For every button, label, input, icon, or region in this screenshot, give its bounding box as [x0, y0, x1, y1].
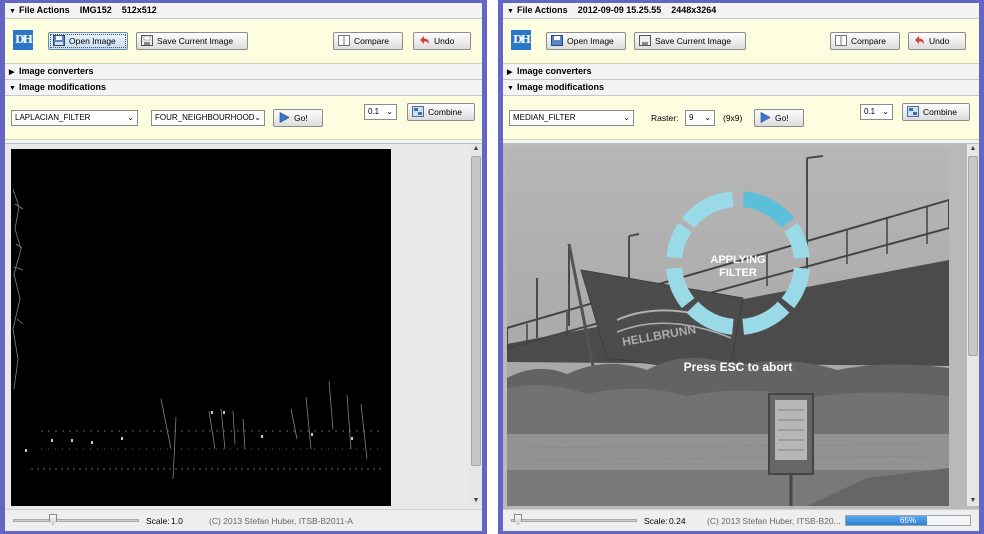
file-actions-panel: DH Open Image Save Current Image Compare… — [503, 19, 979, 64]
save-icon — [141, 35, 153, 46]
scroll-down-icon[interactable]: ▼ — [967, 496, 979, 506]
neighbourhood-select[interactable]: FOUR_NEIGHBOURHOOD ⌄ — [151, 110, 265, 126]
play-icon — [759, 111, 771, 124]
combine-icon — [907, 106, 919, 117]
image-canvas[interactable]: ▲ ▼ — [5, 143, 482, 509]
filter-select[interactable]: LAPLACIAN_FILTER ⌄ — [11, 110, 138, 126]
expand-arrow-icon: ▼ — [507, 85, 514, 92]
save-icon — [639, 35, 651, 46]
image-dimensions: 2448x3264 — [671, 5, 717, 15]
compare-button[interactable]: Compare — [333, 32, 403, 50]
app-logo-icon: DH — [13, 30, 33, 50]
compare-icon — [835, 35, 847, 46]
app-logo-icon: DH — [511, 30, 531, 50]
filter-select[interactable]: MEDIAN_FILTER ⌄ — [509, 110, 634, 126]
zoom-slider-thumb[interactable] — [514, 514, 522, 525]
scroll-down-icon[interactable]: ▼ — [470, 496, 482, 506]
compare-button[interactable]: Compare — [830, 32, 900, 50]
progress-text: 65% — [899, 516, 916, 525]
combine-button[interactable]: Combine — [407, 103, 475, 121]
chevron-down-icon: ⌄ — [254, 113, 261, 122]
right-window: ▼ File Actions 2012-09-09 15.25.55 2448x326… — [498, 0, 984, 534]
save-current-image-button[interactable]: Save Current Image — [634, 32, 746, 50]
open-image-button[interactable]: Open Image — [48, 32, 128, 50]
image-modifications-panel: LAPLACIAN_FILTER ⌄ FOUR_NEIGHBOURHOOD ⌄ Go… — [5, 96, 482, 140]
raster-select[interactable]: 9 ⌄ — [685, 110, 715, 126]
combine-icon — [412, 106, 424, 117]
file-actions-header[interactable]: ▼ File Actions IMG152 512x512 — [5, 3, 482, 19]
scale-value: 1.0 — [171, 516, 183, 526]
right-window-content: ▼ File Actions 2012-09-09 15.25.55 2448x326… — [503, 3, 979, 531]
scale-label: Scale: — [644, 516, 668, 526]
chevron-down-icon: ⌄ — [386, 107, 393, 116]
undo-button[interactable]: Undo — [413, 32, 471, 50]
image-dimensions: 512x512 — [121, 5, 157, 15]
left-window: ▼ File Actions IMG152 512x512 DH Open Image… — [0, 0, 487, 534]
file-actions-title: File Actions — [19, 5, 70, 15]
applying-filter-label: APPLYING FILTER — [710, 254, 766, 279]
zoom-slider-thumb[interactable] — [49, 514, 57, 525]
scrollbar-thumb[interactable] — [471, 156, 481, 466]
status-bar: Scale: 0.24 (C) 2013 Stefan Huber, ITSB-… — [503, 509, 979, 531]
filtered-image — [11, 149, 391, 506]
image-modifications-panel: MEDIAN_FILTER ⌄ Raster: 9 ⌄ (9x9) Go! 0.1 ⌄… — [503, 96, 979, 140]
image-canvas[interactable]: HELLBRUNN APPLYING FILTER Press ESC to a… — [503, 143, 979, 509]
left-window-content: ▼ File Actions IMG152 512x512 DH Open Image… — [5, 3, 482, 531]
compare-icon — [338, 35, 350, 46]
expand-arrow-icon: ▼ — [507, 8, 514, 15]
status-bar: Scale: 1.0 (C) 2013 Stefan Huber, ITSB-B… — [5, 509, 482, 531]
scroll-up-icon[interactable]: ▲ — [470, 144, 482, 154]
play-icon — [278, 111, 290, 124]
save-current-image-button[interactable]: Save Current Image — [136, 32, 248, 50]
scale-value: 0.24 — [669, 516, 686, 526]
alpha-select[interactable]: 0.1 ⌄ — [860, 104, 893, 120]
chevron-down-icon: ⌄ — [704, 113, 711, 122]
chevron-down-icon: ⌄ — [623, 113, 630, 122]
image-modifications-header[interactable]: ▼ Image modifications — [503, 80, 979, 96]
collapse-arrow-icon: ▶ — [507, 69, 513, 76]
raster-size: (9x9) — [723, 113, 743, 123]
vertical-scrollbar[interactable]: ▲ ▼ — [967, 144, 979, 506]
copyright-text: (C) 2013 Stefan Huber, ITSB-B20... — [707, 516, 841, 526]
image-converters-header[interactable]: ▶ Image converters — [5, 64, 482, 80]
expand-arrow-icon: ▼ — [9, 8, 16, 15]
vertical-scrollbar[interactable]: ▲ ▼ — [470, 144, 482, 506]
file-actions-header[interactable]: ▼ File Actions 2012-09-09 15.25.55 2448x326… — [503, 3, 979, 19]
expand-arrow-icon: ▼ — [9, 85, 16, 92]
chevron-down-icon: ⌄ — [127, 113, 134, 122]
image-converters-header[interactable]: ▶ Image converters — [503, 64, 979, 80]
image-name: IMG152 — [79, 5, 112, 15]
alpha-select[interactable]: 0.1 ⌄ — [364, 104, 397, 120]
image-modifications-header[interactable]: ▼ Image modifications — [5, 80, 482, 96]
go-button[interactable]: Go! — [754, 109, 804, 127]
filter-progress-bar: 65% — [845, 515, 971, 526]
scrollbar-thumb[interactable] — [968, 156, 978, 356]
zoom-slider-track[interactable] — [13, 519, 139, 522]
zoom-slider-track[interactable] — [511, 519, 637, 522]
raster-label: Raster: — [651, 113, 679, 123]
copyright-text: (C) 2013 Stefan Huber, ITSB-B2011-A — [209, 516, 353, 526]
chevron-down-icon: ⌄ — [882, 107, 889, 116]
undo-icon — [913, 35, 925, 46]
go-button[interactable]: Go! — [273, 109, 323, 127]
undo-icon — [418, 35, 430, 46]
press-esc-to-abort-label: Press ESC to abort — [683, 360, 793, 374]
open-image-button[interactable]: Open Image — [546, 32, 626, 50]
image-name: 2012-09-09 15.25.55 — [577, 5, 662, 15]
file-actions-panel: DH Open Image Save Current Image Compare… — [5, 19, 482, 64]
undo-button[interactable]: Undo — [908, 32, 966, 50]
floppy-open-icon — [551, 35, 563, 46]
scroll-up-icon[interactable]: ▲ — [967, 144, 979, 154]
floppy-open-icon — [53, 35, 65, 46]
collapse-arrow-icon: ▶ — [9, 69, 15, 76]
combine-button[interactable]: Combine — [902, 103, 970, 121]
scale-label: Scale: — [146, 516, 170, 526]
